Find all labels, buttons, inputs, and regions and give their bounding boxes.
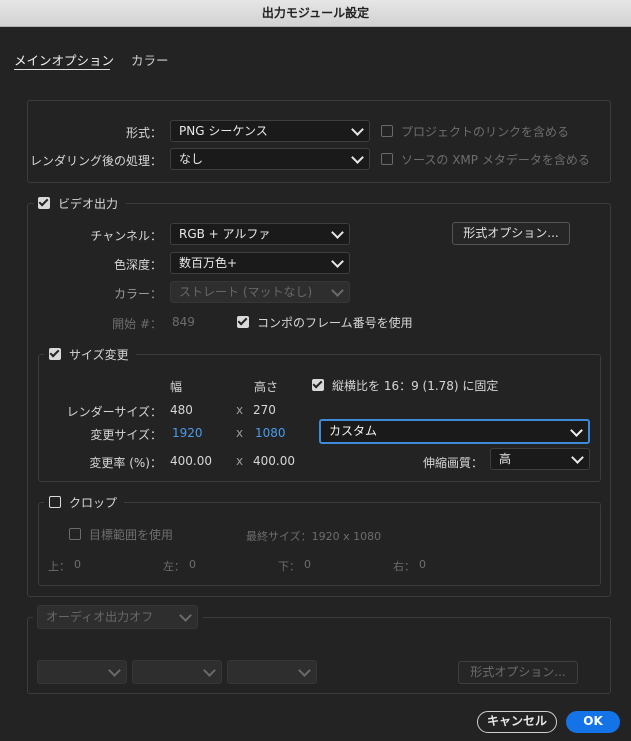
- color-label: カラー：: [113, 287, 162, 301]
- stretch-quality-value: 高: [499, 452, 512, 466]
- chevron-down-icon: [571, 451, 584, 464]
- include-project-link-label: プロジェクトのリンクを含める: [401, 125, 570, 139]
- resize-percent-width: 400.00: [170, 454, 212, 468]
- color-select[interactable]: ストレート (マットなし): [170, 281, 350, 303]
- resize-heading: サイズ変更: [69, 348, 129, 362]
- crop-heading: クロップ: [69, 496, 118, 510]
- tab-main-options[interactable]: メインオプション: [14, 50, 114, 69]
- depth-label: 色深度：: [113, 258, 162, 272]
- crop-left-input[interactable]: 0: [189, 558, 196, 571]
- color-select-value: ストレート (マットなし): [179, 285, 313, 299]
- resize-checkbox[interactable]: [49, 348, 61, 360]
- resize-preset-value: カスタム: [329, 424, 378, 438]
- render-size-label: レンダーサイズ：: [66, 405, 162, 419]
- channel-label: チャンネル：: [90, 229, 162, 243]
- include-project-link-checkbox[interactable]: [381, 125, 393, 137]
- resize-to-label: 変更サイズ：: [90, 428, 162, 442]
- crop-top-input[interactable]: 0: [74, 558, 81, 571]
- tab-color[interactable]: カラー: [131, 50, 169, 69]
- chevron-down-icon: [203, 664, 216, 677]
- chevron-down-icon: [108, 664, 121, 677]
- start-label: 開始 #：: [112, 317, 162, 331]
- use-roi-label: 目標範囲を使用: [89, 528, 174, 542]
- format-select[interactable]: PNG シーケンス: [170, 120, 370, 142]
- start-value: 849: [172, 315, 195, 329]
- crop-bottom-input[interactable]: 0: [304, 558, 311, 571]
- active-tab-indicator: [14, 69, 110, 70]
- chevron-down-icon: [351, 151, 364, 164]
- format-select-value: PNG シーケンス: [179, 124, 268, 138]
- resize-percent-label: 変更率 (%)：: [89, 456, 162, 470]
- channel-select-value: RGB + アルファ: [179, 227, 271, 241]
- times-symbol: x: [236, 426, 244, 440]
- times-symbol: x: [236, 403, 244, 417]
- chevron-down-icon: [179, 609, 192, 622]
- final-size-text: 最終サイズ：1920 x 1080: [246, 530, 382, 543]
- chevron-down-icon: [351, 123, 364, 136]
- chevron-down-icon: [331, 226, 344, 239]
- video-format-options-button[interactable]: 形式オプション...: [452, 222, 570, 245]
- audio-output-select[interactable]: オーディオ出力オフ: [37, 605, 198, 629]
- crop-left-label: 左：: [163, 560, 185, 573]
- depth-select[interactable]: 数百万色+: [170, 252, 350, 274]
- chevron-down-icon: [331, 255, 344, 268]
- post-render-label: レンダリング後の処理：: [29, 154, 162, 168]
- lock-aspect-label: 縦横比を 16：9 (1.78) に固定: [332, 379, 499, 393]
- render-width: 480: [170, 403, 193, 417]
- audio-channels-select[interactable]: [227, 660, 317, 684]
- crop-checkbox[interactable]: [49, 496, 61, 508]
- resize-height-input[interactable]: 1080: [255, 426, 286, 440]
- include-xmp-label: ソースの XMP メタデータを含める: [401, 153, 590, 167]
- stretch-quality-label: 伸縮画質：: [422, 456, 483, 470]
- audio-bit-depth-select[interactable]: [132, 660, 222, 684]
- render-height: 270: [253, 403, 276, 417]
- crop-bottom-label: 下：: [278, 560, 300, 573]
- width-header: 幅: [170, 380, 183, 394]
- format-label: 形式：: [125, 126, 162, 140]
- chevron-down-icon: [331, 284, 344, 297]
- window-title: 出力モジュール設定: [0, 0, 631, 27]
- height-header: 高さ: [254, 380, 279, 394]
- post-render-select-value: なし: [179, 152, 204, 166]
- lock-aspect-checkbox[interactable]: [312, 379, 324, 391]
- use-comp-frame-checkbox[interactable]: [237, 316, 249, 328]
- use-comp-frame-label: コンポのフレーム番号を使用: [257, 316, 413, 330]
- ok-button[interactable]: OK: [566, 711, 620, 733]
- crop-top-label: 上：: [48, 560, 70, 573]
- chevron-down-icon: [570, 423, 583, 437]
- crop-right-label: 右：: [393, 560, 415, 573]
- times-symbol: x: [236, 454, 244, 468]
- resize-preset-select[interactable]: カスタム: [319, 419, 590, 444]
- use-roi-checkbox[interactable]: [69, 528, 81, 540]
- chevron-down-icon: [298, 664, 311, 677]
- include-xmp-checkbox[interactable]: [381, 153, 393, 165]
- post-render-select[interactable]: なし: [170, 148, 370, 170]
- channel-select[interactable]: RGB + アルファ: [170, 223, 350, 245]
- crop-right-input[interactable]: 0: [419, 558, 426, 571]
- audio-output-value: オーディオ出力オフ: [46, 610, 154, 624]
- depth-select-value: 数百万色+: [179, 256, 238, 270]
- audio-sample-rate-select[interactable]: [37, 660, 127, 684]
- resize-width-input[interactable]: 1920: [172, 426, 203, 440]
- audio-format-options-button[interactable]: 形式オプション...: [458, 661, 578, 684]
- stretch-quality-select[interactable]: 高: [490, 448, 590, 470]
- video-output-heading: ビデオ出力: [58, 197, 119, 211]
- resize-percent-height: 400.00: [253, 454, 295, 468]
- video-output-checkbox[interactable]: [38, 197, 50, 209]
- crop-group: [38, 502, 601, 586]
- cancel-button[interactable]: キャンセル: [477, 711, 557, 733]
